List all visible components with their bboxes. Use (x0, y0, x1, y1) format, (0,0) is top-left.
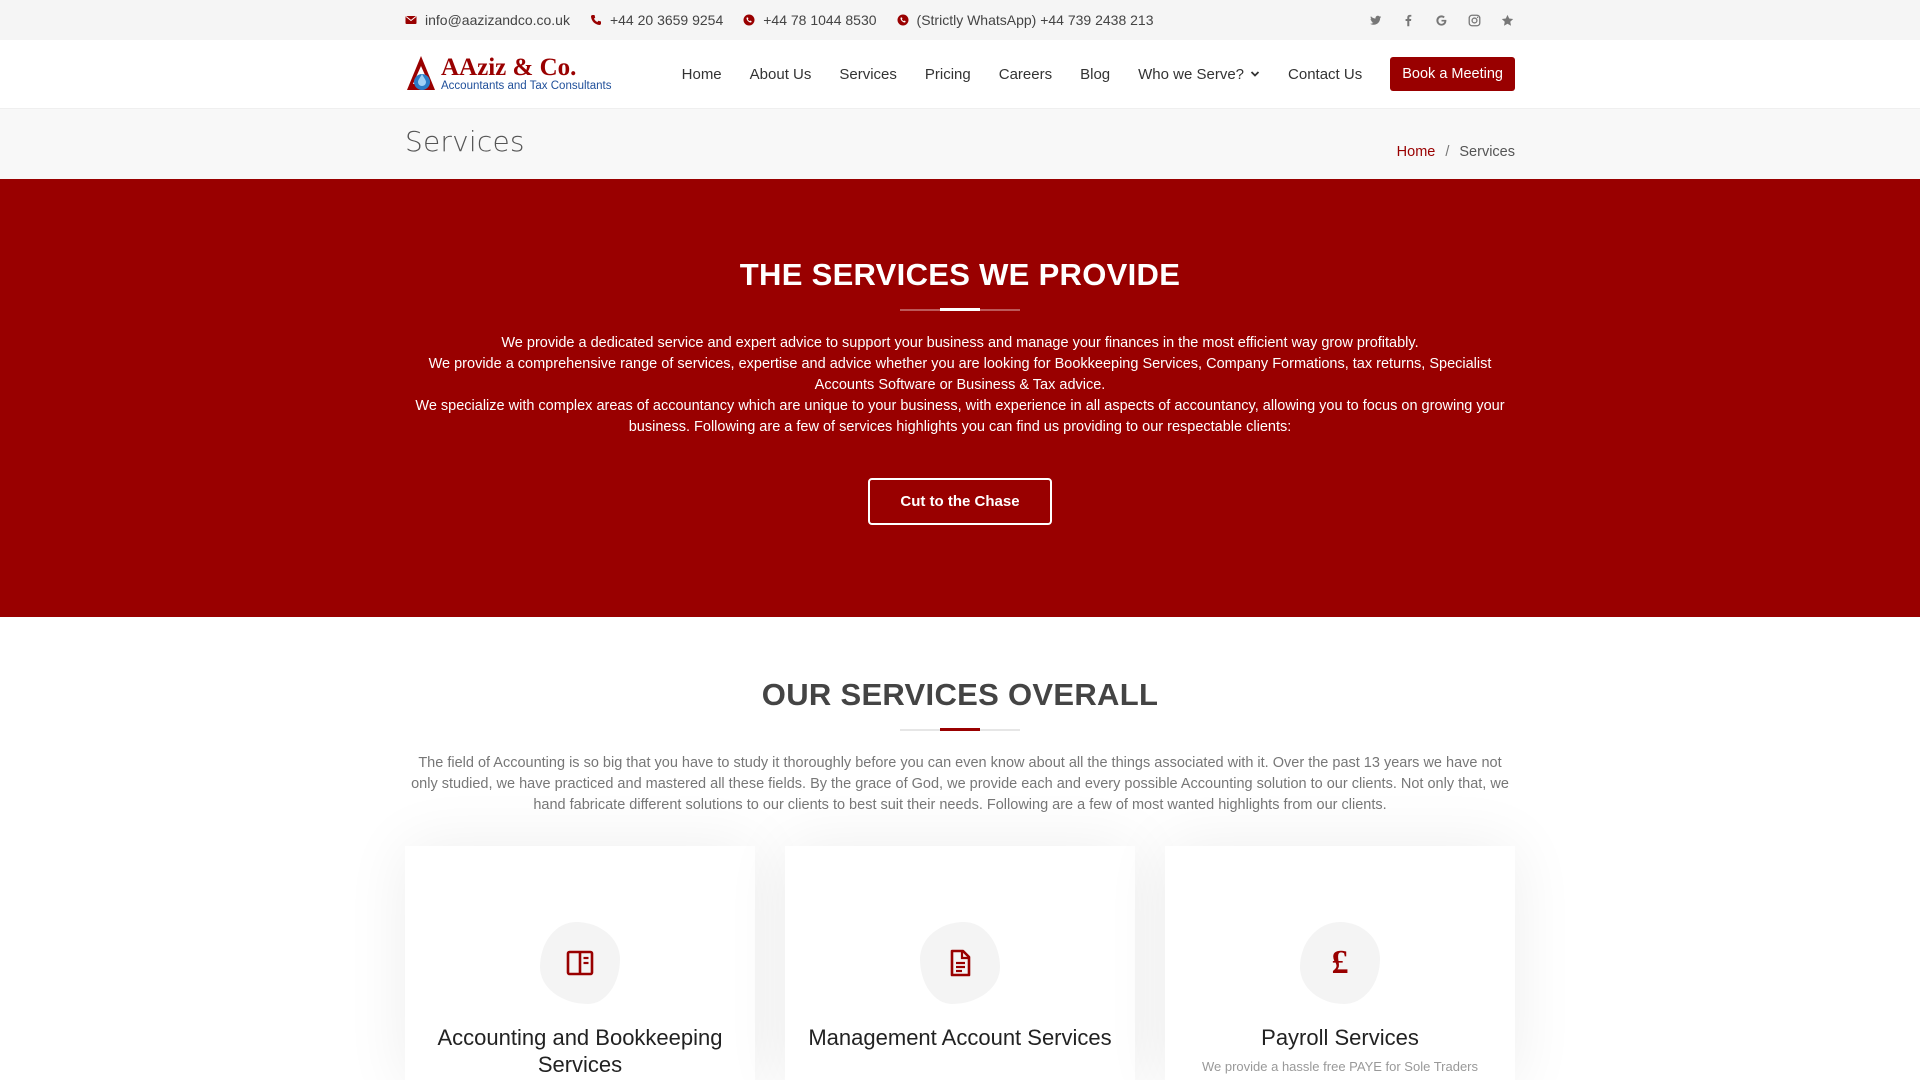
nav-about-us[interactable]: About Us (750, 66, 812, 83)
book-icon (540, 922, 620, 1004)
service-card-title: Payroll Services (1261, 1025, 1419, 1050)
nav-pricing[interactable]: Pricing (925, 66, 971, 83)
site-logo[interactable]: AAziz & Co. Accountants and Tax Consulta… (405, 54, 611, 94)
phone-contact[interactable]: +44 20 3659 9254 (590, 12, 723, 28)
service-cards: Accounting and Bookkeeping Services Mana… (405, 846, 1515, 1080)
phone-icon (590, 15, 601, 25)
whatsapp-icon (897, 14, 909, 26)
document-icon (920, 922, 1000, 1004)
nav-contact-us[interactable]: Contact Us (1288, 66, 1362, 83)
page-title-bar: Services Home / Services (0, 108, 1920, 179)
twitter-icon[interactable] (1368, 13, 1383, 28)
services-overall-section: OUR SERVICES OVERALL The field of Accoun… (0, 617, 1920, 1080)
logo-text: AAziz & Co. Accountants and Tax Consulta… (441, 55, 611, 93)
breadcrumb-home[interactable]: Home (1397, 144, 1436, 160)
cut-to-the-chase-button[interactable]: Cut to the Chase (868, 478, 1052, 525)
nav-blog[interactable]: Blog (1080, 66, 1110, 83)
hero-paragraph-2: We provide a comprehensive range of serv… (428, 356, 1492, 393)
book-meeting-button[interactable]: Book a Meeting (1390, 57, 1515, 91)
chevron-down-icon (1250, 71, 1260, 77)
contact-list: info@aazizandco.co.uk +44 20 3659 9254 +… (405, 12, 1154, 28)
logo-tagline: Accountants and Tax Consultants (441, 80, 612, 93)
breadcrumb-separator: / (1445, 144, 1450, 160)
main-nav: Home About Us Services Pricing Careers B… (682, 57, 1515, 91)
mobile-contact[interactable]: +44 78 1044 8530 (743, 12, 877, 28)
mobile-text: +44 78 1044 8530 (763, 12, 877, 28)
star-icon[interactable] (1500, 13, 1515, 28)
pound-symbol: £ (1331, 944, 1349, 981)
breadcrumb: Home / Services (1397, 143, 1515, 161)
service-card-accounting[interactable]: Accounting and Bookkeeping Services (405, 846, 755, 1080)
page-title: Services (405, 125, 525, 158)
social-links (1368, 13, 1515, 28)
service-card-management[interactable]: Management Account Services (785, 846, 1135, 1080)
google-icon[interactable] (1434, 13, 1449, 28)
hero-text: We provide a dedicated service and exper… (405, 333, 1515, 438)
pound-icon: £ (1300, 922, 1380, 1004)
service-card-title: Accounting and Bookkeeping Services (437, 1025, 723, 1077)
service-card-title: Management Account Services (808, 1025, 1112, 1050)
service-card-text: We provide a hassle free PAYE for Sole T… (1201, 1059, 1479, 1074)
overall-heading: OUR SERVICES OVERALL (761, 677, 1159, 712)
breadcrumb-current: Services (1459, 144, 1515, 160)
email-contact[interactable]: info@aazizandco.co.uk (405, 12, 570, 28)
nav-services[interactable]: Services (839, 66, 897, 83)
hero-paragraph-3: We specialize with complex areas of acco… (415, 398, 1505, 435)
site-header: AAziz & Co. Accountants and Tax Consulta… (0, 40, 1920, 108)
hero-paragraph-1: We provide a dedicated service and exper… (501, 335, 1419, 351)
services-hero: THE SERVICES WE PROVIDE We provide a ded… (0, 179, 1920, 617)
hero-heading: THE SERVICES WE PROVIDE (739, 257, 1181, 292)
overall-divider (900, 728, 1020, 731)
logo-name: AAziz & Co. (441, 54, 577, 82)
hero-divider (900, 308, 1020, 311)
whatsapp-icon (743, 14, 755, 26)
nav-who-we-serve[interactable]: Who we Serve? (1138, 66, 1260, 83)
phone-text: +44 20 3659 9254 (609, 12, 724, 28)
nav-careers[interactable]: Careers (999, 66, 1052, 83)
instagram-icon[interactable] (1467, 13, 1482, 28)
nav-who-we-serve-label: Who we Serve? (1138, 65, 1245, 83)
email-text: info@aazizandco.co.uk (425, 12, 570, 28)
whatsapp-contact[interactable]: (Strictly WhatsApp) +44 739 2438 213 (897, 12, 1154, 28)
top-bar: info@aazizandco.co.uk +44 20 3659 9254 +… (0, 0, 1920, 40)
logo-mark-icon (407, 56, 435, 90)
nav-home[interactable]: Home (682, 66, 722, 83)
whatsapp-text: (Strictly WhatsApp) +44 739 2438 213 (916, 12, 1154, 28)
facebook-icon[interactable] (1401, 13, 1416, 28)
overall-intro: The field of Accounting is so big that y… (411, 755, 1509, 813)
service-card-payroll[interactable]: £ Payroll Services We provide a hassle f… (1165, 846, 1515, 1080)
envelope-icon (405, 16, 417, 24)
